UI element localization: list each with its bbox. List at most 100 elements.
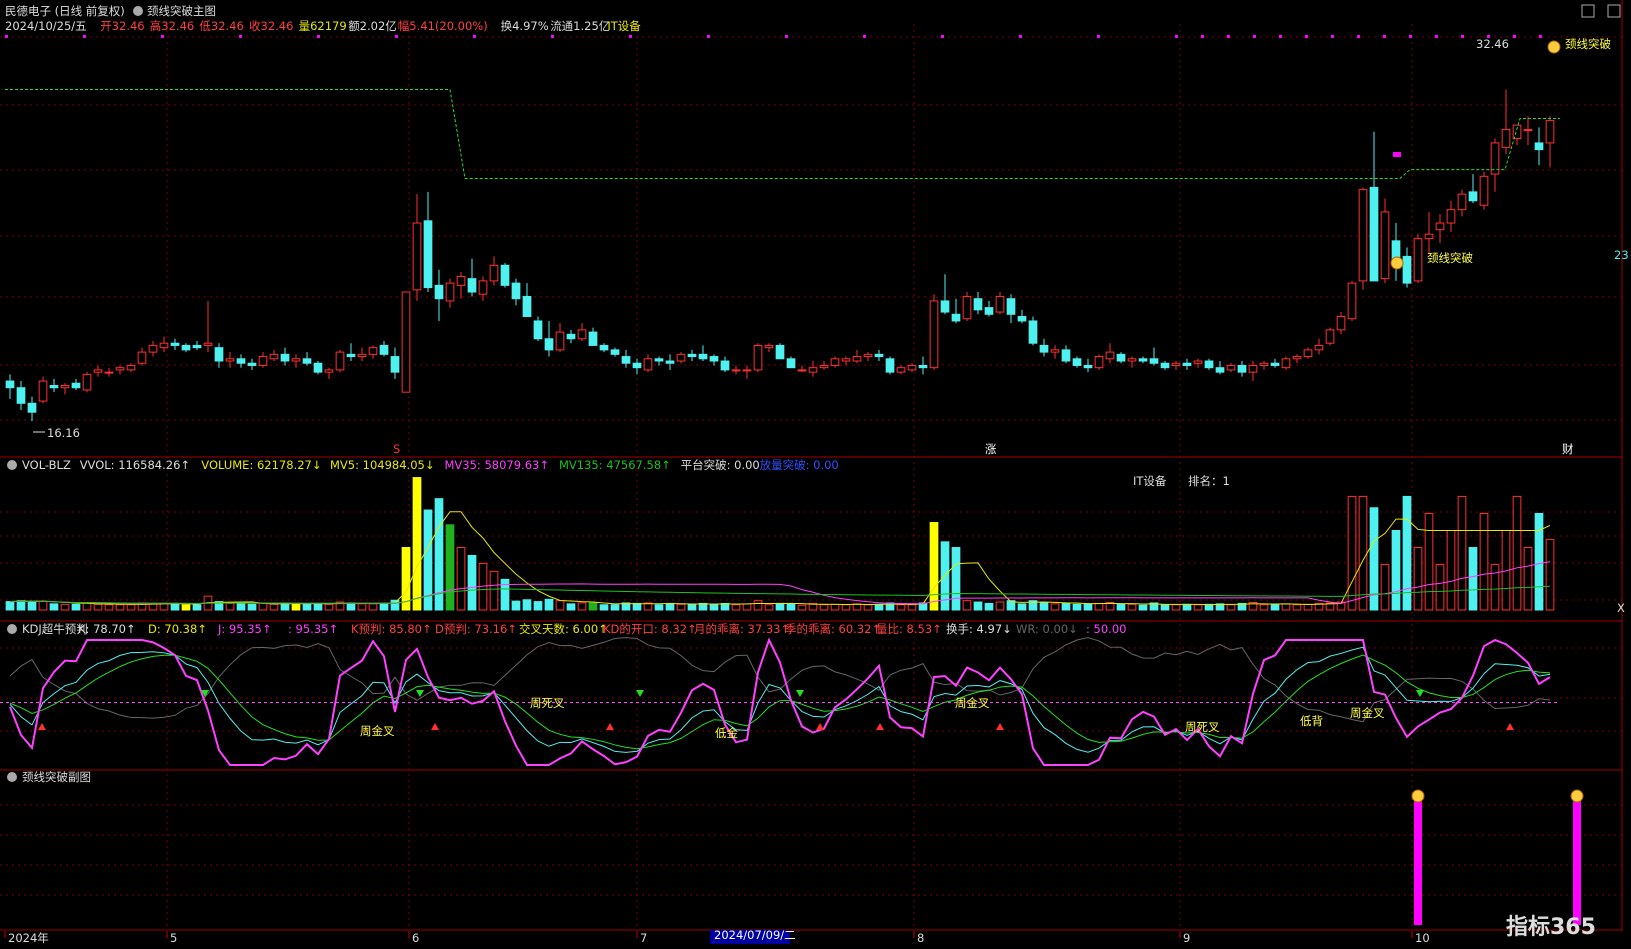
kdj-legend-item: 季的乖离: 60.32↑: [785, 622, 881, 636]
candle-body: [533, 320, 543, 340]
axis-label: 8: [917, 931, 924, 945]
candle-body: [1050, 349, 1060, 353]
volume-bar: [1534, 512, 1544, 611]
candle-body: [324, 369, 334, 373]
candle-body: [258, 356, 268, 366]
volume-bar: [687, 603, 697, 611]
candle-body: [126, 364, 136, 371]
kdj-circle-icon[interactable]: [7, 624, 17, 634]
volume-bar: [951, 547, 961, 611]
rank-label: 排名：1: [1188, 474, 1230, 488]
candle-body: [995, 295, 1005, 313]
signal-dot: [1539, 35, 1542, 38]
signal-dot: [1175, 35, 1178, 38]
candle-body: [984, 307, 994, 315]
volume-bar: [533, 601, 543, 611]
candle-body: [225, 358, 235, 362]
vol-circle-icon[interactable]: [7, 460, 17, 470]
signal-dot: [1097, 35, 1100, 38]
quote-item: 量62179: [299, 19, 347, 33]
volume-legend-item: 平台突破: 0.00: [681, 458, 760, 472]
candle-body: [830, 358, 840, 366]
volume-bar: [1270, 604, 1280, 611]
candle-body: [489, 264, 499, 282]
kdj-signal-label: 周金叉: [1350, 706, 1385, 720]
indicator-circle-icon[interactable]: [133, 6, 143, 16]
candle-body: [456, 275, 466, 286]
candle-body: [698, 353, 708, 360]
signal-dot: [1253, 35, 1256, 38]
volume-bar: [390, 599, 400, 611]
candle-body: [368, 347, 378, 355]
volume-bar: [1127, 603, 1137, 611]
mv5-line: [9, 511, 1551, 606]
candle-body: [1468, 191, 1478, 202]
signal-dot: [1019, 35, 1022, 38]
volume-bar: [742, 603, 752, 611]
marker-s: S: [393, 442, 400, 456]
kdj-legend: KDJ超牛预判K: 78.70↑ D: 70.38↑ J: 95.35↑: 95.3…: [22, 622, 1126, 636]
volume-bar: [896, 604, 906, 611]
candle-body: [863, 353, 873, 358]
candle-body: [1039, 344, 1049, 353]
neckline-breakout-label: 颈线突破: [1427, 251, 1473, 265]
signal-dot: [785, 35, 788, 38]
volume-bar: [192, 604, 202, 611]
volume-bar: [841, 604, 851, 611]
kdj-legend-item: KD的开口: 8.32↑: [603, 622, 697, 636]
candle-body: [1061, 349, 1071, 362]
volume-bar: [786, 603, 796, 611]
volume-bar: [104, 604, 114, 611]
candle-body: [709, 356, 719, 362]
candle-body: [401, 291, 411, 393]
candle-body: [775, 344, 785, 360]
volume-bar: [1292, 604, 1302, 611]
signal-dot: [551, 35, 554, 38]
volume-legend-item: MV135: 47567.58↑: [559, 458, 671, 472]
volume-bar: [1523, 547, 1533, 611]
volume-bar: [1303, 603, 1313, 611]
candle-body: [522, 295, 532, 318]
candle-body: [1369, 186, 1379, 282]
volume-bar: [71, 603, 81, 611]
volume-bar: [1116, 603, 1126, 611]
quote-item: IT设备: [607, 19, 641, 33]
volume-bar: [995, 601, 1005, 611]
candle-body: [49, 384, 59, 389]
subchart-title: 颈线突破副图: [22, 770, 91, 784]
candle-body: [1325, 329, 1335, 344]
volume-bar: [1050, 603, 1060, 611]
candle-body: [1402, 255, 1412, 284]
window-icon-close[interactable]: [1607, 4, 1621, 18]
window-icon-maximize[interactable]: [1581, 4, 1595, 18]
candle-body: [599, 344, 609, 351]
volume-bar: [291, 603, 301, 611]
candle-body: [1457, 193, 1467, 211]
candle-body: [390, 356, 400, 373]
volume-bar: [1358, 495, 1368, 611]
quote-item: 开32.46: [100, 19, 144, 33]
signal-dot: [239, 35, 242, 38]
breakout-bar: [1414, 800, 1422, 925]
candle-body: [1226, 364, 1236, 371]
quote-item: 高32.46: [150, 19, 194, 33]
volume-bar: [753, 600, 763, 611]
candle-body: [357, 353, 367, 358]
volume-bar: [731, 604, 741, 611]
candle-body: [764, 344, 774, 349]
volume-bar: [1281, 603, 1291, 611]
volume-bar: [313, 603, 323, 611]
quote-item: 幅5.41(20.00%): [398, 19, 488, 33]
volume-bar: [1204, 603, 1214, 611]
candle-body: [1435, 222, 1445, 231]
volume-legend-item: VVOL: 116584.26↑: [80, 458, 190, 472]
volume-bar: [1512, 495, 1522, 611]
volume-bar: [500, 578, 510, 611]
volume-bar: [863, 604, 873, 611]
candle-body: [643, 358, 653, 371]
sub-circle-icon[interactable]: [7, 772, 17, 782]
kdj-arrow: [606, 723, 614, 730]
volume-bar: [577, 602, 587, 611]
signal-dot: [1383, 35, 1386, 38]
candle-body: [1248, 364, 1258, 373]
